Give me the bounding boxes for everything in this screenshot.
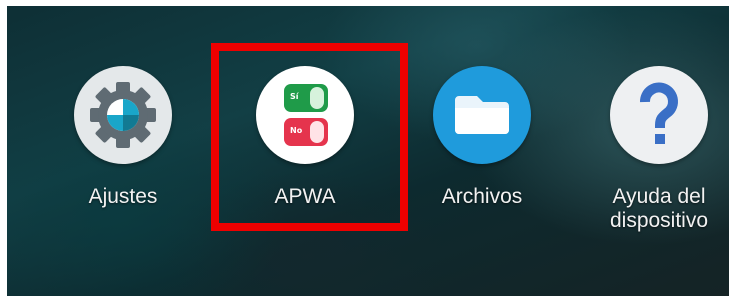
- question-mark-icon[interactable]: [610, 66, 708, 164]
- app-label: Archivos: [441, 185, 523, 208]
- launcher-screen: Ajustes Sí No APWA Archivos Ayuda del di…: [0, 0, 737, 297]
- app-label: Ajustes: [88, 185, 158, 208]
- app-archivos[interactable]: Archivos: [392, 66, 572, 209]
- highlight-rectangle: [211, 43, 408, 231]
- folder-icon[interactable]: [433, 66, 531, 164]
- settings-gear-icon[interactable]: [74, 66, 172, 164]
- app-ajustes[interactable]: Ajustes: [33, 66, 213, 209]
- wallpaper: Ajustes Sí No APWA Archivos Ayuda del di…: [7, 6, 729, 296]
- app-label: Ayuda del dispositivo: [609, 185, 709, 232]
- app-ayuda-del-dispositivo[interactable]: Ayuda del dispositivo: [569, 66, 729, 233]
